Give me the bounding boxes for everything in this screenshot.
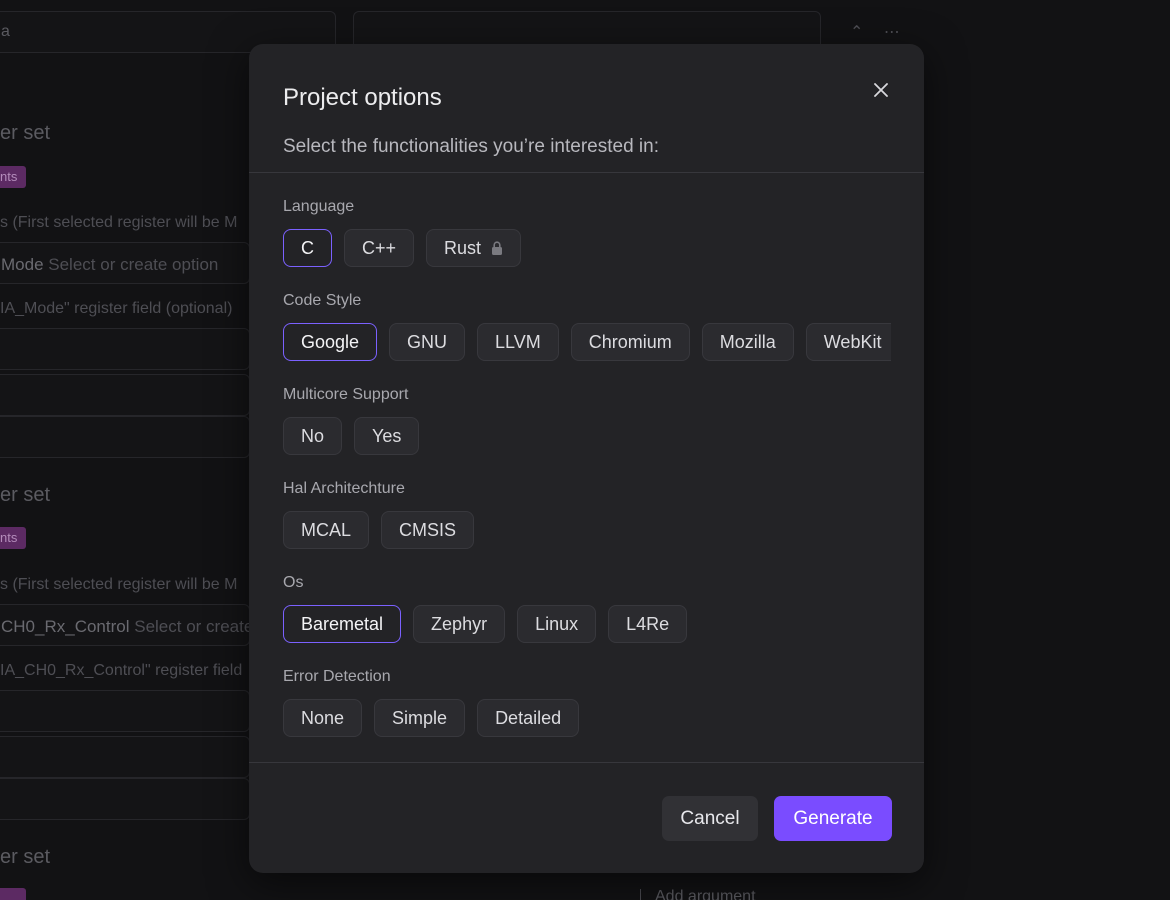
option-code-style-chromium[interactable]: Chromium [570,323,690,361]
os-options: Baremetal Zephyr Linux L4Re [283,605,891,643]
error-detection-options: None Simple Detailed [283,699,891,737]
footer-divider [249,762,924,763]
code-style-options: Google GNU LLVM Chromium Mozilla WebKit [283,323,891,361]
option-code-style-google[interactable]: Google [283,323,378,361]
section-label-hal: Hal Architechture [283,480,405,497]
section-label-language: Language [283,198,355,215]
option-os-baremetal[interactable]: Baremetal [283,605,402,643]
section-label-error-detection: Error Detection [283,668,391,685]
lock-icon [491,241,503,255]
section-label-os: Os [283,574,304,591]
section-label-multicore: Multicore Support [283,386,409,403]
option-multicore-no[interactable]: No [283,417,343,455]
cancel-button[interactable]: Cancel [662,796,758,841]
multicore-options: No Yes [283,417,891,455]
option-code-style-llvm[interactable]: LLVM [477,323,559,361]
modal-backdrop: Project options Select the functionaliti… [0,0,1170,900]
option-os-zephyr[interactable]: Zephyr [413,605,506,643]
option-os-linux[interactable]: Linux [517,605,597,643]
option-error-detailed[interactable]: Detailed [477,699,580,737]
close-button[interactable] [869,78,893,102]
option-code-style-mozilla[interactable]: Mozilla [701,323,794,361]
dialog-subtitle: Select the functionalities you’re intere… [283,136,659,157]
project-options-dialog: Project options Select the functionaliti… [249,44,924,873]
option-code-style-gnu[interactable]: GNU [389,323,466,361]
option-multicore-yes[interactable]: Yes [354,417,420,455]
generate-button[interactable]: Generate [774,796,892,841]
option-os-l4re[interactable]: L4Re [608,605,688,643]
close-icon [874,83,888,97]
option-hal-mcal[interactable]: MCAL [283,511,370,549]
option-hal-cmsis[interactable]: CMSIS [381,511,475,549]
option-error-none[interactable]: None [283,699,363,737]
option-error-simple[interactable]: Simple [374,699,466,737]
hal-options: MCAL CMSIS [283,511,891,549]
dialog-title: Project options [283,84,442,111]
option-language-cpp[interactable]: C++ [344,229,415,267]
option-language-c[interactable]: C [283,229,332,267]
header-divider [249,172,924,173]
option-code-style-webkit[interactable]: WebKit [805,323,891,361]
option-language-rust[interactable]: Rust [426,229,522,267]
language-options: C C++ Rust [283,229,891,267]
section-label-code-style: Code Style [283,292,362,309]
